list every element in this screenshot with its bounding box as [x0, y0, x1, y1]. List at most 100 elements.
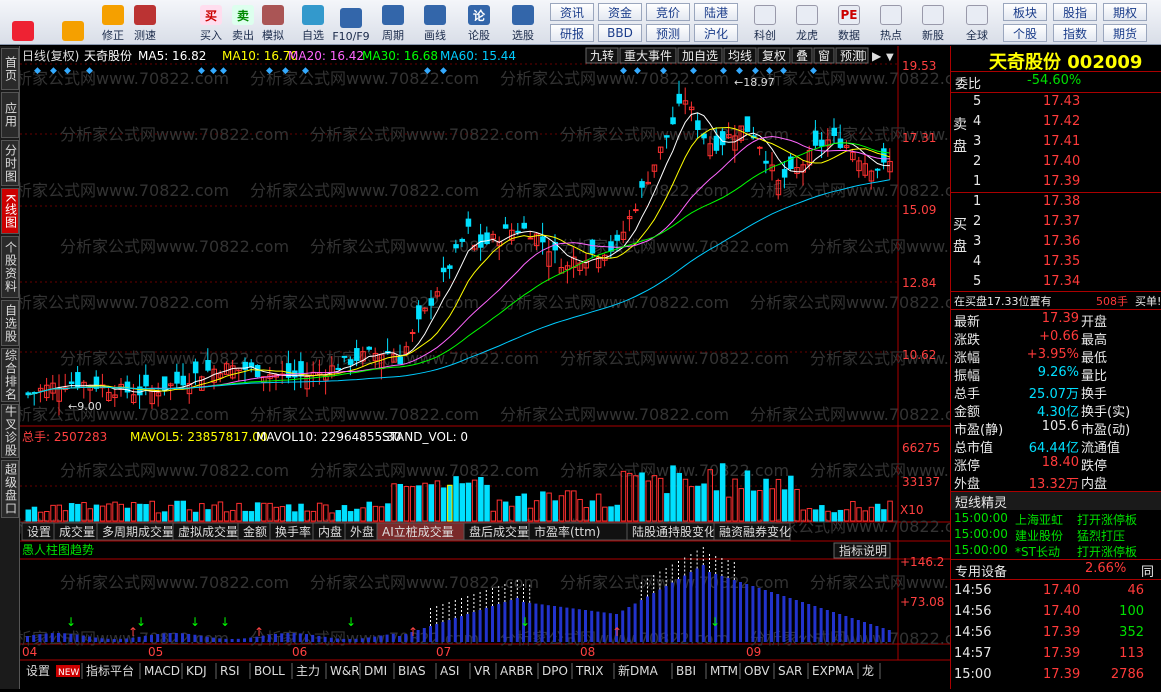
indicator-tab-2[interactable]: MACD	[144, 664, 180, 678]
indicator-tab-21[interactable]: 龙	[862, 664, 874, 678]
event-marker-icon[interactable]: ◆	[634, 66, 641, 76]
indicator-tab-13[interactable]: DPO	[542, 664, 568, 678]
indicator-tab-12[interactable]: ARBR	[500, 664, 533, 678]
toolbar-link-5[interactable]: BBD	[598, 24, 642, 42]
back-arrow-button[interactable]	[56, 2, 90, 43]
toolbar-link-3[interactable]: 陆港	[694, 3, 738, 21]
indicator-tab-14[interactable]: TRIX	[575, 664, 603, 678]
sell-level-4[interactable]: 4 17.42	[951, 114, 1161, 132]
indicator-tab-15[interactable]: 新DMA	[618, 663, 659, 678]
left-tab-5[interactable]: 自选股	[1, 300, 19, 346]
left-tab-6[interactable]: 综合排名	[1, 348, 19, 402]
indicator-tab-18[interactable]: OBV	[744, 664, 770, 678]
indicator-tab-1[interactable]: 指标平台	[86, 663, 134, 678]
chart-button[interactable]: 科创	[746, 2, 784, 43]
globe-button[interactable]: 全球	[958, 2, 996, 43]
event-marker-icon[interactable]: ◆	[424, 66, 431, 76]
f10-button[interactable]: F10/F9	[332, 2, 370, 43]
indicator-tab-9[interactable]: BIAS	[398, 664, 426, 678]
tiger-button[interactable]: 龙虎	[788, 2, 826, 43]
up-down-arrow-button[interactable]: 修正	[96, 2, 130, 43]
event-marker-icon[interactable]: ◆	[86, 66, 93, 76]
event-marker-icon[interactable]: ◆	[210, 66, 217, 76]
buy-level-5[interactable]: 5 17.34	[951, 274, 1161, 292]
toolbar-link-7[interactable]: 沪化	[694, 24, 738, 42]
pencil-button[interactable]: 画线	[418, 2, 452, 43]
windows-logo-button[interactable]	[6, 2, 40, 43]
buy-button[interactable]: 买买入	[194, 2, 228, 43]
toolbar-link2-1[interactable]: 股指	[1053, 3, 1097, 21]
indicator-tab-20[interactable]: EXPMA	[812, 664, 854, 678]
indicator-tab-17[interactable]: MTM	[710, 664, 738, 678]
event-marker-icon[interactable]: ◆	[50, 66, 57, 76]
indicator-tab-8[interactable]: DMI	[364, 664, 387, 678]
left-tab-3[interactable]: K线图	[1, 188, 19, 234]
toolbar-link-4[interactable]: 研报	[550, 24, 594, 42]
indicator-tab-7[interactable]: W&R	[330, 664, 360, 678]
buy-level-1[interactable]: 1 17.38	[951, 194, 1161, 212]
sell-level-3[interactable]: 3 17.41	[951, 134, 1161, 152]
event-marker-icon[interactable]: ◆	[720, 66, 727, 76]
sell-button[interactable]: 卖卖出	[226, 2, 260, 43]
buy-level-3[interactable]: 3 17.36	[951, 234, 1161, 252]
indicator-tab-3[interactable]: KDJ	[186, 664, 207, 678]
cycle-button[interactable]: 周期	[376, 2, 410, 43]
sell-level-2[interactable]: 2 17.40	[951, 154, 1161, 172]
buy-level-4[interactable]: 4 17.35	[951, 254, 1161, 272]
left-tab-7[interactable]: 牛叉诊股	[1, 404, 19, 458]
toolbar-link-1[interactable]: 资金	[598, 3, 642, 21]
sell-level-5[interactable]: 5 17.43	[951, 94, 1161, 112]
event-marker-icon[interactable]: ◆	[766, 66, 773, 76]
indicator-tab-19[interactable]: SAR	[778, 664, 802, 678]
toolbar-link2-5[interactable]: 期货	[1103, 24, 1147, 42]
event-marker-icon[interactable]: ◆	[220, 66, 227, 76]
kline-chart-svg[interactable]: 分析家公式网www.70822.com 分析家公式网www.70822.com 分析…	[0, 46, 1039, 689]
event-marker-icon[interactable]: ◆	[752, 66, 759, 76]
left-tab-4[interactable]: 个股资料	[1, 236, 19, 298]
event-marker-icon[interactable]: ◆	[780, 66, 787, 76]
indicator-tab-5[interactable]: BOLL	[254, 664, 285, 678]
lock-icon[interactable]: ☐	[856, 49, 867, 63]
event-marker-icon[interactable]: ◆	[282, 66, 289, 76]
left-tab-2[interactable]: 分时图	[1, 140, 19, 186]
toolbar-link2-3[interactable]: 个股	[1003, 24, 1047, 42]
buy-level-2[interactable]: 2 17.37	[951, 214, 1161, 232]
toolbar-link2-4[interactable]: 指数	[1053, 24, 1097, 42]
ipo-button[interactable]: 新股	[914, 2, 952, 43]
discuss-button[interactable]: 论论股	[462, 2, 496, 43]
sell-level-1[interactable]: 1 17.39	[951, 174, 1161, 192]
event-marker-icon[interactable]: ◆	[266, 66, 273, 76]
dropdown-icon[interactable]: ▼	[886, 52, 894, 63]
left-tab-0[interactable]: 首页	[1, 48, 19, 90]
toolbar-link-0[interactable]: 资讯	[550, 3, 594, 21]
event-marker-icon[interactable]: ◆	[620, 66, 627, 76]
indicator-tab-10[interactable]: ASI	[440, 664, 459, 678]
indicator-tab-16[interactable]: BBI	[676, 664, 696, 678]
event-marker-icon[interactable]: ◆	[690, 66, 697, 76]
clock-button[interactable]: 测速	[128, 2, 162, 43]
event-marker-icon[interactable]: ◆	[660, 66, 667, 76]
hot-button[interactable]: 热点	[872, 2, 910, 43]
toolbar-link-6[interactable]: 预测	[646, 24, 690, 42]
event-marker-icon[interactable]: ◆	[736, 66, 743, 76]
toolbar-link2-2[interactable]: 期权	[1103, 3, 1147, 21]
play-arrow-icon[interactable]: ▶	[872, 49, 882, 63]
left-tab-8[interactable]: 超级盘口	[1, 460, 19, 518]
toolbar-link-2[interactable]: 竞价	[646, 3, 690, 21]
indicator-tab-4[interactable]: RSI	[220, 664, 240, 678]
event-marker-icon[interactable]: ◆	[64, 66, 71, 76]
toolbar-link2-0[interactable]: 板块	[1003, 3, 1047, 21]
event-marker-icon[interactable]: ◆	[810, 66, 817, 76]
sector-row[interactable]: 专用设备 2.66% 同	[951, 561, 1161, 580]
indicator-tab-11[interactable]: VR	[474, 664, 491, 678]
gavel-button[interactable]: 模拟	[256, 2, 290, 43]
magnifier-button[interactable]: 选股	[506, 2, 540, 43]
indicator-tab-6[interactable]: 主力	[296, 664, 320, 678]
star-button[interactable]: 自选	[296, 2, 330, 43]
left-tab-1[interactable]: 应用	[1, 92, 19, 138]
event-marker-icon[interactable]: ◆	[302, 66, 309, 76]
indicator-tab-0[interactable]: 设置	[26, 664, 50, 678]
event-marker-icon[interactable]: ◆	[198, 66, 205, 76]
event-marker-icon[interactable]: ◆	[440, 66, 447, 76]
event-marker-icon[interactable]: ◆	[34, 66, 41, 76]
